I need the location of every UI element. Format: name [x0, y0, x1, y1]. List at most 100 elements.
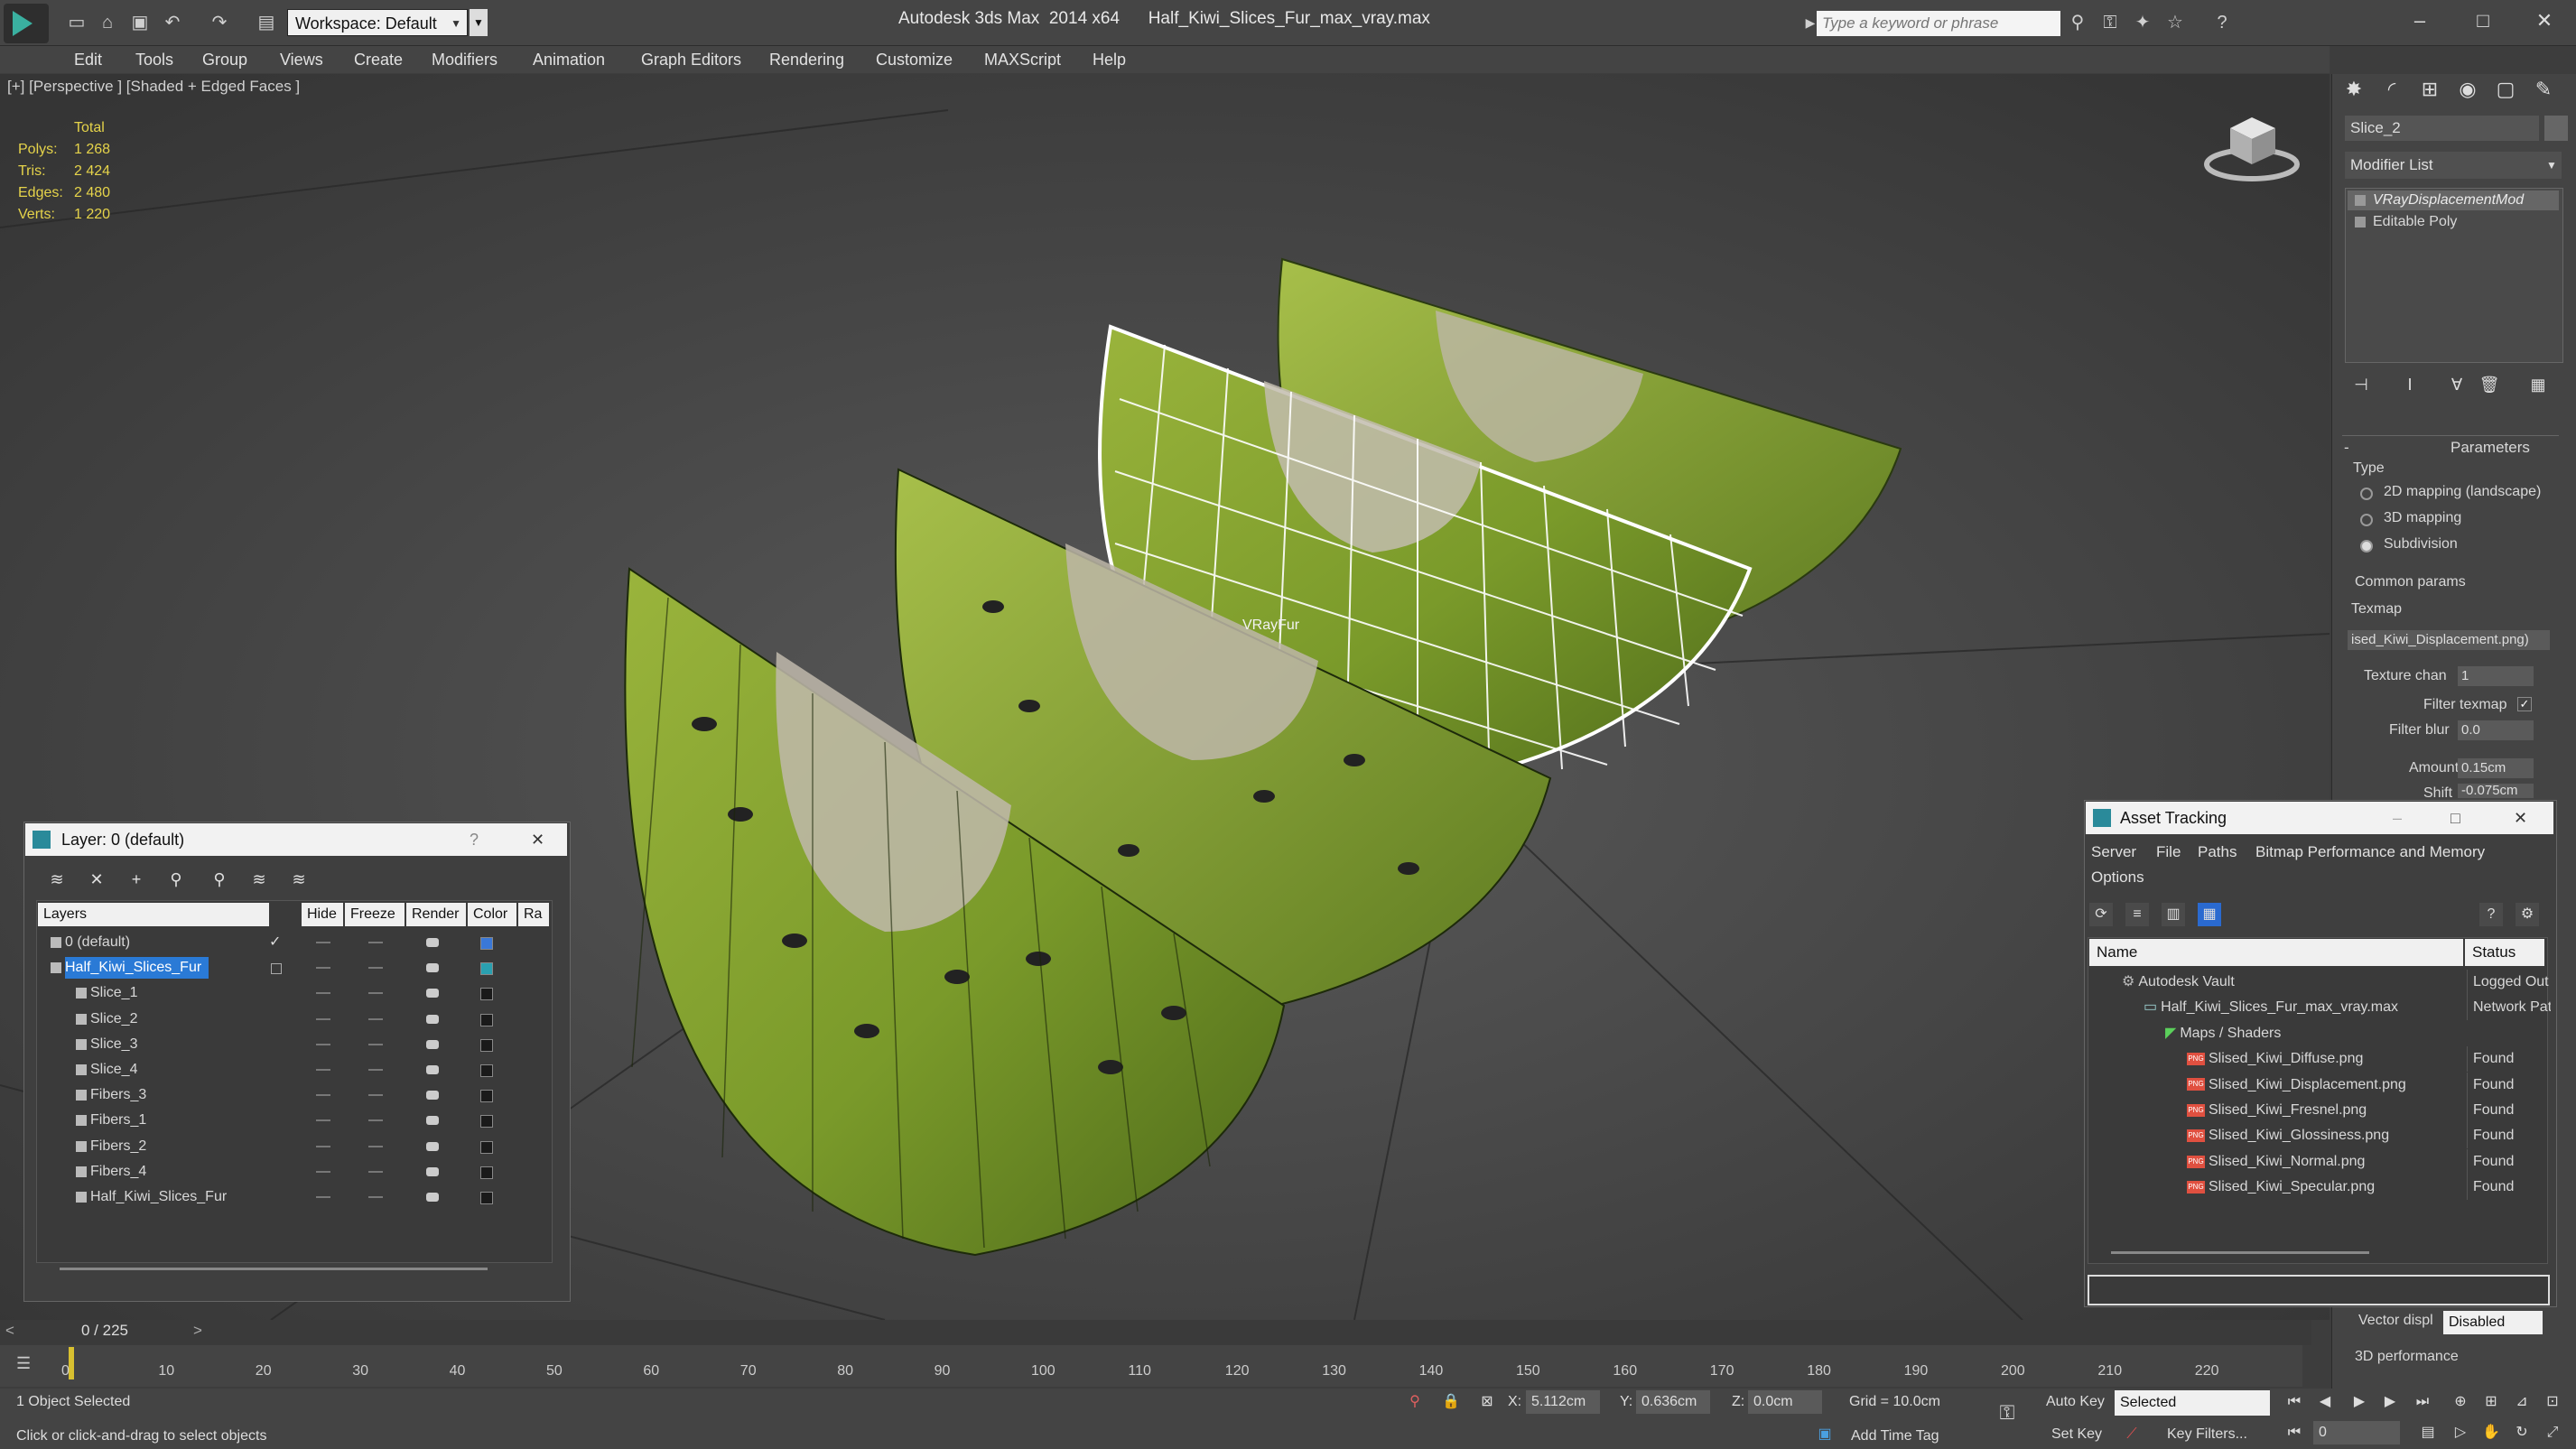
- layer-row[interactable]: Fibers_2: [38, 1134, 549, 1159]
- render-teapot-icon[interactable]: [426, 938, 439, 947]
- previous-key-icon[interactable]: ◀: [2313, 1390, 2337, 1414]
- layer-color-swatch[interactable]: [480, 1038, 493, 1052]
- menu-options[interactable]: Options: [2091, 868, 2144, 887]
- zoom-extents-all-icon[interactable]: ⊞: [2479, 1390, 2503, 1414]
- next-key-icon[interactable]: ▶: [2378, 1390, 2402, 1414]
- menu-bitmap-performance[interactable]: Bitmap Performance and Memory: [2255, 843, 2485, 861]
- layer-color-swatch[interactable]: [480, 1166, 493, 1179]
- maximize-icon[interactable]: □: [2450, 802, 2460, 834]
- hide-toggle[interactable]: [316, 942, 330, 943]
- highlight-selected-icon[interactable]: ⚲: [206, 868, 233, 890]
- new-file-icon[interactable]: ▭: [65, 11, 88, 34]
- add-to-layer-icon[interactable]: +: [123, 868, 150, 890]
- layer-row[interactable]: Fibers_4: [38, 1159, 549, 1184]
- freeze-toggle[interactable]: [368, 1017, 383, 1020]
- freeze-toggle[interactable]: [368, 942, 383, 943]
- texture-chan-spinner[interactable]: 1: [2458, 666, 2534, 686]
- menu-graph-editors[interactable]: Graph Editors: [641, 46, 741, 73]
- display-tab-icon[interactable]: ▢: [2490, 74, 2521, 105]
- layer-name[interactable]: Slice_3: [90, 1034, 144, 1055]
- modify-tab-icon[interactable]: ◜: [2376, 74, 2407, 105]
- render-teapot-icon[interactable]: [426, 1039, 439, 1049]
- menu-help[interactable]: Help: [1093, 46, 1126, 73]
- render-teapot-icon[interactable]: [426, 1193, 439, 1202]
- layer-name[interactable]: Slice_1: [90, 982, 144, 1004]
- subscription-icon[interactable]: ⚿: [2098, 11, 2122, 34]
- menu-file[interactable]: File: [2156, 843, 2181, 861]
- utilities-tab-icon[interactable]: ✎: [2528, 74, 2559, 105]
- column-header-name[interactable]: Name: [2089, 939, 2463, 966]
- render-teapot-icon[interactable]: [426, 989, 439, 999]
- column-header-layers[interactable]: Layers: [38, 903, 269, 926]
- menu-animation[interactable]: Animation: [533, 46, 605, 73]
- hide-toggle[interactable]: [316, 1043, 330, 1045]
- column-header-hide[interactable]: Hide: [302, 903, 343, 926]
- freeze-toggle[interactable]: [368, 967, 383, 970]
- key-set-selection-dropdown[interactable]: Selected: [2115, 1390, 2270, 1416]
- menu-modifiers[interactable]: Modifiers: [432, 46, 498, 73]
- render-teapot-icon[interactable]: [426, 1166, 439, 1176]
- layer-color-swatch[interactable]: [480, 1013, 493, 1026]
- object-name-field[interactable]: [2345, 116, 2539, 141]
- freeze-toggle[interactable]: [368, 1069, 383, 1071]
- radio-subdivision[interactable]: [2360, 540, 2373, 553]
- undo-icon[interactable]: ↶: [161, 11, 184, 34]
- app-logo-icon[interactable]: [4, 4, 49, 43]
- lock-selection-icon[interactable]: 🔒: [1439, 1390, 1463, 1414]
- asset-row[interactable]: ◤ Maps / Shaders: [2089, 1021, 2544, 1046]
- expand-icon[interactable]: [2355, 217, 2366, 228]
- layer-color-swatch[interactable]: [480, 988, 493, 1001]
- layer-row[interactable]: Slice_2: [38, 1007, 549, 1032]
- create-tab-icon[interactable]: ✸: [2339, 74, 2369, 105]
- layer-name[interactable]: Half_Kiwi_Slices_Fur: [90, 1186, 234, 1208]
- texmap-button[interactable]: ised_Kiwi_Displacement.png): [2348, 630, 2550, 650]
- key-mode-icon[interactable]: ⚿: [1995, 1401, 2019, 1425]
- hide-all-layers-icon[interactable]: ≋: [246, 868, 273, 890]
- next-frame-icon[interactable]: >: [193, 1322, 202, 1340]
- menu-paths[interactable]: Paths: [2198, 843, 2237, 861]
- project-folder-icon[interactable]: ▤: [255, 11, 278, 34]
- current-frame-field[interactable]: 0: [2313, 1421, 2400, 1444]
- hide-toggle[interactable]: [316, 967, 330, 970]
- column-header-freeze[interactable]: Freeze: [345, 903, 405, 926]
- freeze-toggle[interactable]: [368, 1170, 383, 1173]
- set-key-icon[interactable]: ⟋: [2120, 1423, 2144, 1446]
- layer-name[interactable]: Slice_4: [90, 1059, 144, 1081]
- layer-row[interactable]: 0 (default) ✓: [38, 930, 549, 955]
- hide-toggle[interactable]: [316, 1069, 330, 1071]
- layer-name[interactable]: Half_Kiwi_Slices_Fur: [65, 957, 209, 980]
- render-teapot-icon[interactable]: [426, 1116, 439, 1126]
- radio-2d-mapping[interactable]: [2360, 488, 2373, 500]
- current-layer-check-icon[interactable]: ✓: [269, 930, 281, 955]
- maximize-icon[interactable]: □: [2465, 5, 2501, 36]
- x-coord-field[interactable]: 5.112cm: [1526, 1390, 1600, 1414]
- layer-name[interactable]: Fibers_1: [90, 1110, 153, 1131]
- zoom-extents-icon[interactable]: ▷: [2449, 1421, 2472, 1444]
- layer-color-swatch[interactable]: [480, 962, 493, 976]
- menu-group[interactable]: Group: [202, 46, 247, 73]
- motion-tab-icon[interactable]: ◉: [2452, 74, 2483, 105]
- layer-row[interactable]: Half_Kiwi_Slices_Fur: [38, 955, 549, 980]
- go-to-end-icon[interactable]: ⏭: [2411, 1390, 2434, 1414]
- select-in-layer-icon[interactable]: ⚲: [163, 868, 190, 890]
- layer-row[interactable]: Slice_4: [38, 1057, 549, 1082]
- viewport-label[interactable]: [+] [Perspective ] [Shaded + Edged Faces…: [7, 78, 300, 96]
- freeze-toggle[interactable]: [368, 1145, 383, 1147]
- freeze-toggle[interactable]: [368, 1094, 383, 1097]
- set-key-button[interactable]: Set Key: [2051, 1426, 2102, 1443]
- remove-modifier-icon[interactable]: 🗑: [2476, 372, 2503, 397]
- layer-row[interactable]: Fibers_1: [38, 1108, 549, 1133]
- go-to-start-icon[interactable]: ⏮: [2283, 1390, 2306, 1414]
- filter-texmap-checkbox[interactable]: ✓: [2517, 697, 2532, 711]
- freeze-all-layers-icon[interactable]: ≋: [285, 868, 312, 890]
- layer-name[interactable]: Slice_2: [90, 1008, 144, 1030]
- time-tag-icon[interactable]: ▣: [1813, 1423, 1837, 1446]
- field-of-view-icon[interactable]: ⊿: [2510, 1390, 2534, 1414]
- help-icon[interactable]: ?: [2210, 11, 2234, 34]
- asset-row[interactable]: PNG Slised_Kiwi_Diffuse.png Found: [2089, 1046, 2544, 1073]
- layer-color-swatch[interactable]: [480, 1192, 493, 1204]
- hide-toggle[interactable]: [316, 1196, 330, 1198]
- help-icon[interactable]: ?: [470, 823, 479, 856]
- hide-toggle[interactable]: [316, 1094, 330, 1097]
- hide-toggle[interactable]: [316, 1170, 330, 1173]
